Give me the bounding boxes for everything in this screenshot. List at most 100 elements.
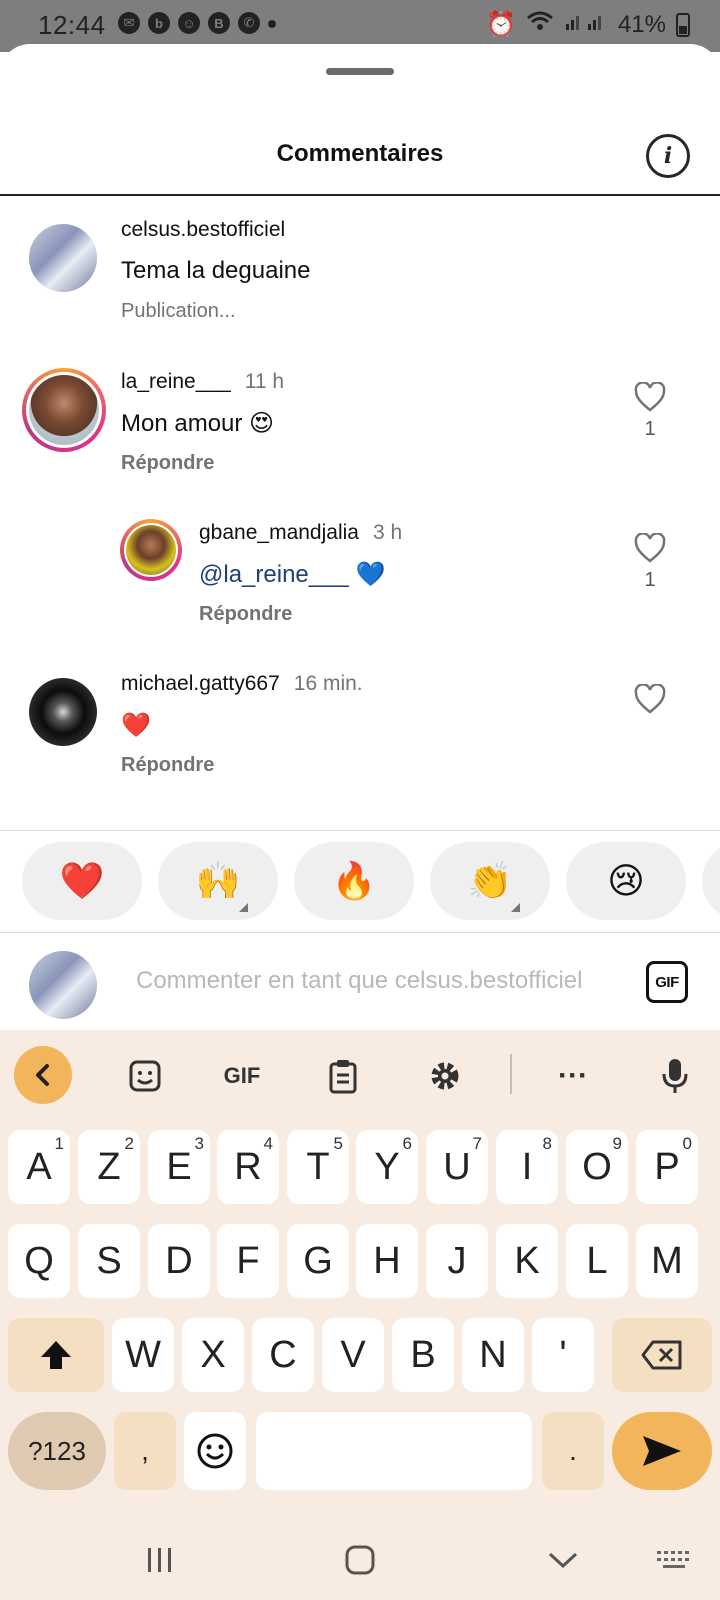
key-z[interactable]: Z2 [78,1130,140,1204]
key-y[interactable]: Y6 [356,1130,418,1204]
like-button[interactable] [630,684,670,714]
info-button[interactable]: i [646,134,690,178]
key-a[interactable]: A1 [8,1130,70,1204]
sticker-icon [129,1060,161,1092]
comment-username[interactable]: gbane_mandjalia 3 h [199,521,402,545]
key-i[interactable]: I8 [496,1130,558,1204]
reply-button[interactable]: Répondre [121,754,214,777]
comment-username[interactable]: michael.gatty667 16 min. [121,672,363,696]
quick-emoji-bar: ❤️ 🙌 🔥 👏 😢 [0,842,720,922]
reply-button[interactable]: Répondre [199,603,292,626]
key-l[interactable]: L [566,1224,628,1298]
reply-comment-item: gbane_mandjalia 3 h @la_reine___ 💙 Répond… [0,515,720,635]
back-button[interactable] [543,1540,583,1580]
key-f[interactable]: F [217,1224,279,1298]
sheet-title: Commentaires [276,140,444,167]
space-key[interactable] [256,1412,532,1490]
heart-outline-icon [634,684,666,714]
key-b[interactable]: B [392,1318,454,1392]
b-circle-icon: b [148,12,170,34]
clipboard-button[interactable] [318,1046,368,1106]
backspace-icon [641,1340,682,1370]
key-j[interactable]: J [426,1224,488,1298]
backspace-key[interactable] [612,1318,712,1392]
more-options-button[interactable]: ··· [548,1046,598,1106]
alarm-icon: ⏰ [486,11,516,38]
send-arrow-icon [643,1436,681,1466]
send-key[interactable] [612,1412,712,1490]
avatar[interactable] [29,224,97,292]
ellipsis-icon: ··· [558,1059,588,1092]
comment-text: Tema la deguaine [121,257,311,284]
shift-key[interactable] [8,1318,104,1392]
emoji-raised-hands-button[interactable]: 🙌 [158,842,278,920]
comment-username[interactable]: la_reine___ 11 h [121,370,284,394]
my-avatar [29,951,97,1019]
keyboard-icon [657,1551,689,1568]
key-o[interactable]: O9 [566,1130,628,1204]
like-button[interactable]: 1 [630,533,670,592]
toolbar-separator [510,1054,512,1094]
key-t[interactable]: T5 [287,1130,349,1204]
key-u[interactable]: U7 [426,1130,488,1204]
key-c[interactable]: C [252,1318,314,1392]
key-r[interactable]: R4 [217,1130,279,1204]
emoji-key[interactable] [184,1412,246,1490]
settings-button[interactable] [420,1046,470,1106]
emoji-clap-button[interactable]: 👏 [430,842,550,920]
recent-apps-button[interactable] [140,1540,180,1580]
info-icon: i [663,143,673,169]
gif-button[interactable]: GIF [646,961,688,1003]
emoji-heart-button[interactable]: ❤️ [22,842,142,920]
home-button[interactable] [338,1540,382,1580]
avatar[interactable] [22,368,106,452]
like-count: 1 [644,418,656,440]
comment-item: la_reine___ 11 h Mon amour 😍 Répondre 1 [0,364,720,484]
avatar[interactable] [120,519,182,581]
message-icon: ✉ [118,12,140,34]
emoji-fire-button[interactable]: 🔥 [294,842,414,920]
keyboard-switch-button[interactable] [652,1540,696,1580]
comment-time: 3 h [372,521,403,544]
reply-button[interactable]: Répondre [121,452,214,475]
like-count: 1 [644,569,656,591]
mention-link[interactable]: @la_reine___ [199,561,349,588]
key-h[interactable]: H [356,1224,418,1298]
emoji-more-button[interactable] [702,842,720,920]
voice-input-button[interactable] [650,1046,700,1106]
key-v[interactable]: V [322,1318,384,1392]
publication-label[interactable]: Publication... [121,300,236,323]
comment-input-row: Commenter en tant que celsus.bestofficie… [0,935,720,1030]
key-g[interactable]: G [287,1224,349,1298]
smiley-icon [197,1433,233,1469]
drag-handle[interactable] [326,68,394,75]
like-button[interactable]: 1 [630,382,670,441]
key-s[interactable]: S [78,1224,140,1298]
key-apostrophe[interactable]: ' [532,1318,594,1392]
period-key[interactable]: . [542,1412,604,1490]
sticker-button[interactable] [120,1046,170,1106]
key-k[interactable]: K [496,1224,558,1298]
key-m[interactable]: M [636,1224,698,1298]
key-w[interactable]: W [112,1318,174,1392]
home-icon [345,1545,375,1575]
avatar[interactable] [29,678,97,746]
key-n[interactable]: N [462,1318,524,1392]
keyboard: GIF ··· A1 Z2 E3 R4 T5 Y6 U7 I8 O9 P0 Q … [0,1030,720,1600]
key-d[interactable]: D [148,1224,210,1298]
symbols-key[interactable]: ?123 [8,1412,106,1490]
comment-item: michael.gatty667 16 min. ❤️ Répondre [0,666,720,786]
key-x[interactable]: X [182,1318,244,1392]
key-q[interactable]: Q [8,1224,70,1298]
emoji-crying-button[interactable]: 😢 [566,842,686,920]
keyboard-gif-button[interactable]: GIF [214,1046,270,1106]
heart-outline-icon [634,533,666,563]
comment-username[interactable]: celsus.bestofficiel [121,218,285,242]
keyboard-collapse-button[interactable] [14,1046,72,1104]
comment-input[interactable]: Commenter en tant que celsus.bestofficie… [136,967,616,995]
status-time: 12:44 [38,10,106,40]
skin-tone-indicator [239,903,248,912]
key-e[interactable]: E3 [148,1130,210,1204]
key-p[interactable]: P0 [636,1130,698,1204]
comma-key[interactable]: , [114,1412,176,1490]
